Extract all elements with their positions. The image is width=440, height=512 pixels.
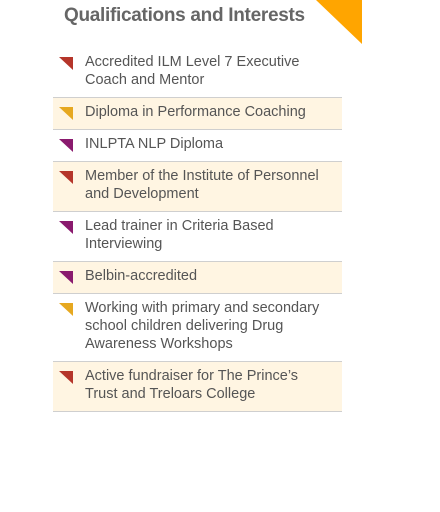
list-item: Active fundraiser for The Prince’s Trust… <box>53 362 342 412</box>
list-item: Lead trainer in Criteria Based Interview… <box>53 212 342 262</box>
triangle-bullet-icon <box>59 107 73 120</box>
triangle-bullet-icon <box>59 139 73 152</box>
list-item-label: Member of the Institute of Personnel and… <box>85 168 319 202</box>
triangle-bullet-icon <box>59 171 73 184</box>
qualifications-panel: Qualifications and Interests Accredited … <box>0 0 440 512</box>
qualifications-list: Accredited ILM Level 7 Executive Coach a… <box>53 48 342 412</box>
list-item: Member of the Institute of Personnel and… <box>53 162 342 212</box>
triangle-bullet-icon <box>59 221 73 234</box>
list-item: INLPTA NLP Diploma <box>53 130 342 162</box>
corner-triangle-icon <box>316 0 362 44</box>
list-item-label: Lead trainer in Criteria Based Interview… <box>85 218 274 252</box>
list-item-label: Diploma in Performance Coaching <box>85 104 306 120</box>
list-item: Belbin-accredited <box>53 262 342 294</box>
list-item: Working with primary and secondary schoo… <box>53 294 342 362</box>
list-item-label: Belbin-accredited <box>85 268 198 284</box>
list-item: Accredited ILM Level 7 Executive Coach a… <box>53 48 342 98</box>
list-item-label: Active fundraiser for The Prince’s Trust… <box>85 368 299 402</box>
list-item-label: Working with primary and secondary schoo… <box>85 300 320 352</box>
triangle-bullet-icon <box>59 371 73 384</box>
triangle-bullet-icon <box>59 303 73 316</box>
list-item-label: Accredited ILM Level 7 Executive Coach a… <box>85 54 300 88</box>
triangle-bullet-icon <box>59 57 73 70</box>
triangle-bullet-icon <box>59 271 73 284</box>
section-title: Qualifications and Interests <box>64 5 305 26</box>
list-item: Diploma in Performance Coaching <box>53 98 342 130</box>
list-item-label: INLPTA NLP Diploma <box>85 136 224 152</box>
